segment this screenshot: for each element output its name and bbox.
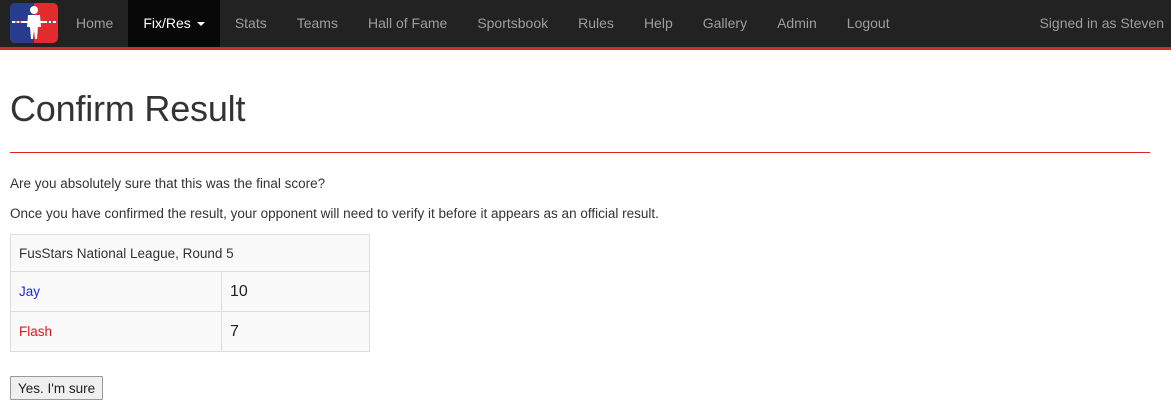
team-link-home[interactable]: Jay <box>19 284 40 299</box>
foosball-player-logo-icon[interactable] <box>10 3 58 43</box>
nav-rules-label: Rules <box>578 15 614 31</box>
nav-admin[interactable]: Admin <box>762 0 832 47</box>
confirm-question: Are you absolutely sure that this was th… <box>10 176 326 191</box>
confirm-result-button[interactable]: Yes. I'm sure <box>10 376 104 400</box>
nav-home-label: Home <box>76 15 114 31</box>
nav-admin-label: Admin <box>777 15 817 31</box>
signed-in-text: Signed in as Steven <box>1039 15 1164 31</box>
nav-teams[interactable]: Teams <box>282 0 353 47</box>
team-cell: Flash <box>10 311 222 352</box>
fixture-row: FusStars National League, Round 5 <box>10 234 370 272</box>
nav-fix-res-label: Fix/Res <box>143 15 191 31</box>
nav-rules[interactable]: Rules <box>563 0 629 47</box>
table-row: Flash 7 <box>10 311 370 352</box>
top-navbar: Home Fix/Res Stats Teams Hall of Fame Sp… <box>0 0 1171 50</box>
result-table: FusStars National League, Round 5 Jay 10… <box>10 234 370 352</box>
main-nav: Home Fix/Res Stats Teams Hall of Fame Sp… <box>61 0 905 47</box>
nav-gallery-label: Gallery <box>702 15 748 31</box>
table-row: Jay 10 <box>10 271 370 312</box>
main-content: Confirm Result Are you absolutely sure t… <box>0 50 1171 400</box>
nav-logout[interactable]: Logout <box>832 0 905 47</box>
caret-down-icon <box>196 22 205 27</box>
title-divider <box>10 152 1150 153</box>
nav-sportsbook[interactable]: Sportsbook <box>462 0 563 47</box>
confirm-note: Once you have confirmed the result, your… <box>10 206 659 221</box>
score-cell: 7 <box>221 311 370 352</box>
nav-help[interactable]: Help <box>629 0 688 47</box>
nav-logout-label: Logout <box>846 15 890 31</box>
nav-gallery[interactable]: Gallery <box>688 0 762 47</box>
team-link-away[interactable]: Flash <box>19 324 52 339</box>
nav-stats[interactable]: Stats <box>220 0 282 47</box>
fixture-name: FusStars National League, Round 5 <box>10 234 370 272</box>
nav-fix-res-dropdown[interactable]: Fix/Res <box>128 0 220 47</box>
score-cell: 10 <box>221 271 370 312</box>
nav-help-label: Help <box>643 15 673 31</box>
nav-hall-of-fame-label: Hall of Fame <box>367 15 448 31</box>
nav-hall-of-fame[interactable]: Hall of Fame <box>353 0 462 47</box>
page-title: Confirm Result <box>10 88 246 129</box>
nav-sportsbook-label: Sportsbook <box>477 15 549 31</box>
nav-stats-label: Stats <box>234 15 267 31</box>
team-cell: Jay <box>10 271 222 312</box>
nav-home[interactable]: Home <box>61 0 128 47</box>
nav-teams-label: Teams <box>296 15 338 31</box>
